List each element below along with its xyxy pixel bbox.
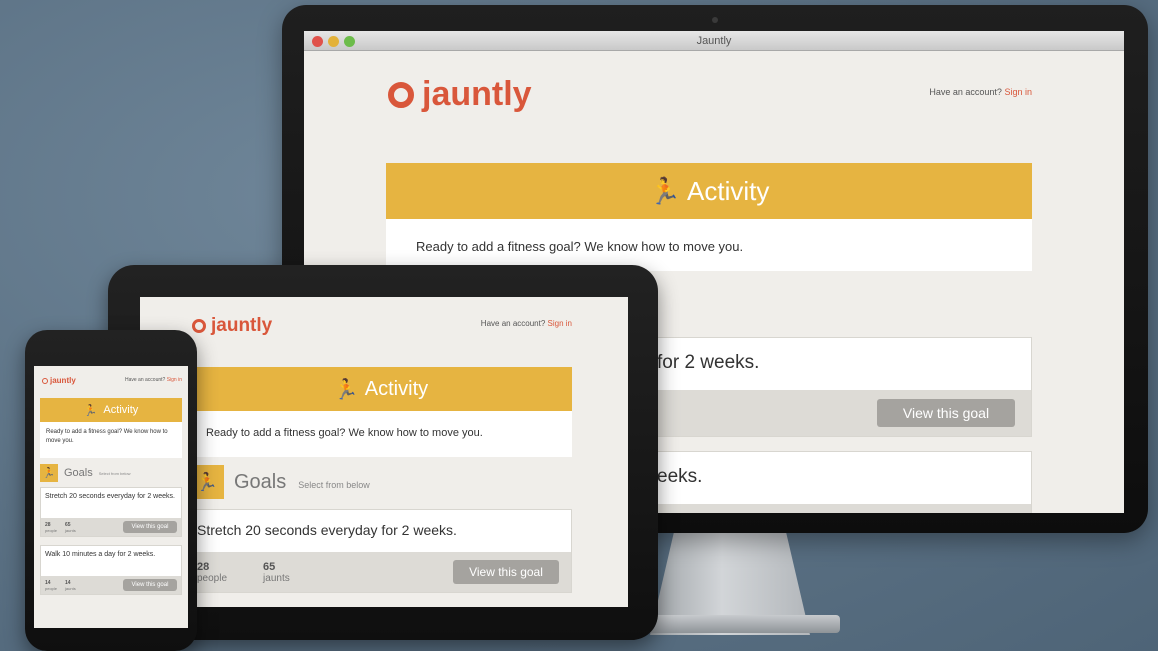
goal-card: Stretch 20 seconds everyday for 2 weeks.…: [190, 509, 572, 593]
logo-ring-icon: [388, 81, 414, 108]
goal-text: Stretch 20 seconds everyday for 2 weeks.: [45, 493, 175, 500]
runner-icon: 🏃: [648, 175, 682, 206]
page-content: jauntly Have an account? Sign in 🏃 Activ…: [190, 297, 572, 593]
account-prompt: Have an account? Sign in: [929, 87, 1032, 97]
view-goal-button[interactable]: View this goal: [877, 399, 1015, 427]
activity-title: Activity: [103, 404, 139, 416]
brand-name: jauntly: [422, 75, 532, 113]
window-title: Jauntly: [696, 35, 732, 47]
brand-name: jauntly: [211, 315, 273, 336]
logo-ring-icon: [192, 319, 206, 333]
activity-title: Activity: [687, 175, 770, 206]
site-header: jauntly Have an account? Sign in: [386, 53, 1032, 133]
goals-subtitle: Select from below: [98, 470, 131, 476]
sign-in-link[interactable]: Sign in: [167, 377, 182, 383]
page-content: jauntly Have an account? Sign in 🏃 Activ…: [40, 366, 182, 595]
brand-logo[interactable]: jauntly: [42, 376, 76, 385]
activity-message: Ready to add a fitness goal? We know how…: [386, 219, 1032, 271]
activity-message: Ready to add a fitness goal? We know how…: [40, 422, 182, 458]
activity-banner: 🏃 Activity: [190, 367, 572, 411]
sign-in-link[interactable]: Sign in: [1004, 87, 1032, 97]
activity-title: Activity: [364, 377, 429, 400]
view-goal-button[interactable]: View this goal: [123, 521, 177, 533]
jaunts-count: 65 jaunts: [263, 560, 290, 584]
activity-banner: 🏃 Activity: [386, 163, 1032, 219]
tablet-screen: jauntly Have an account? Sign in 🏃 Activ…: [140, 297, 628, 607]
site-header: jauntly Have an account? Sign in: [190, 297, 572, 345]
goal-text: Stretch 20 seconds everyday for 2 weeks.: [197, 522, 457, 538]
view-goal-button[interactable]: View this goal: [123, 579, 177, 591]
goals-header: 🏃 Goals Select from below: [40, 464, 182, 482]
goal-stats: 14 people 14 jaunts: [45, 580, 76, 591]
people-count: 14 people: [45, 579, 58, 591]
activity-banner: 🏃 Activity: [40, 398, 182, 422]
goal-footer: 14 people 14 jaunts View this goal: [41, 576, 181, 594]
logo-ring-icon: [42, 377, 48, 384]
jaunts-count: 14 jaunts: [65, 579, 76, 591]
runner-icon: 🏃: [40, 464, 58, 482]
runner-icon: 🏃: [333, 378, 359, 401]
phone-screen: jauntly Have an account? Sign in 🏃 Activ…: [34, 366, 188, 628]
people-count: 28 people: [197, 560, 228, 584]
activity-message: Ready to add a fitness goal? We know how…: [190, 411, 572, 457]
brand-name: jauntly: [50, 376, 76, 385]
goals-title: Goals: [64, 467, 93, 479]
runner-icon: 🏃: [83, 404, 98, 417]
goals-title: Goals: [234, 470, 287, 493]
site-header: jauntly Have an account? Sign in: [40, 366, 182, 390]
brand-logo[interactable]: jauntly: [192, 315, 272, 337]
goal-stats: 28 people 65 jaunts: [197, 561, 290, 584]
sign-in-link[interactable]: Sign in: [548, 319, 572, 328]
account-prompt: Have an account? Sign in: [480, 319, 572, 328]
goal-text: Walk 10 minutes a day for 2 weeks.: [45, 551, 156, 558]
goal-card: Stretch 20 seconds everyday for 2 weeks.…: [40, 487, 182, 537]
account-prompt: Have an account? Sign in: [125, 377, 182, 383]
jaunts-count: 65 jaunts: [65, 521, 76, 533]
camera: [712, 17, 718, 23]
goals-subtitle: Select from below: [298, 480, 370, 490]
window-titlebar: Jauntly: [304, 31, 1124, 51]
goal-stats: 28 people 65 jaunts: [45, 522, 76, 533]
goal-footer: 28 people 65 jaunts View this goal: [41, 518, 181, 536]
brand-logo[interactable]: jauntly: [388, 75, 532, 114]
people-count: 28 people: [45, 521, 58, 533]
goal-card: Walk 10 minutes a day for 2 weeks. 14 pe…: [40, 545, 182, 595]
goal-footer: 28 people 65 jaunts View this goal: [191, 552, 571, 592]
phone-device: jauntly Have an account? Sign in 🏃 Activ…: [25, 330, 197, 651]
goals-header: 🏃 Goals Select from below: [190, 465, 572, 499]
view-goal-button[interactable]: View this goal: [453, 560, 559, 584]
